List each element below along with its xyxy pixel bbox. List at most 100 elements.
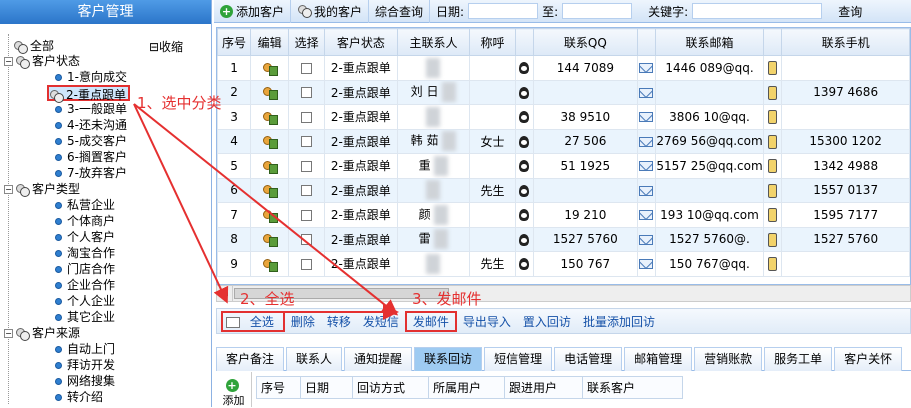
revisit-column-header[interactable]: 所属用户 (428, 376, 505, 399)
tree-item[interactable]: 私营企业 (55, 197, 115, 213)
qq-icon[interactable] (519, 111, 530, 124)
tree-item[interactable]: 4-还未沟通 (55, 117, 127, 133)
qq-icon[interactable] (519, 258, 530, 271)
tree-root[interactable]: 全部 (13, 38, 54, 54)
tab[interactable]: 通知提醒 (344, 347, 413, 371)
column-header[interactable]: 主联系人 (396, 28, 471, 56)
tree-item[interactable]: 企业合作 (55, 277, 115, 293)
column-header[interactable] (636, 28, 657, 56)
table-row[interactable]: 8 2-重点跟单雷 1527 5760 1527 5760@. 1527 5760 (217, 226, 910, 252)
phone-icon[interactable] (767, 257, 777, 271)
transfer-button[interactable]: 转移 (321, 313, 357, 330)
tab[interactable]: 电话管理 (554, 347, 623, 371)
horizontal-scrollbar[interactable]: ◀ (216, 285, 911, 302)
phone-icon[interactable] (767, 183, 777, 198)
tab[interactable]: 联系回访 (414, 347, 483, 371)
row-checkbox[interactable] (301, 87, 313, 99)
row-checkbox[interactable] (301, 185, 313, 197)
tree-item[interactable]: 3-一般跟单 (55, 101, 127, 117)
add-customer-button[interactable]: + 添加客户 (214, 0, 292, 23)
mail-icon[interactable] (639, 185, 654, 196)
phone-icon[interactable] (767, 61, 777, 75)
column-header[interactable]: 称呼 (469, 28, 516, 56)
tree-item[interactable]: 转介绍 (55, 389, 103, 405)
collapse-toggle-icon[interactable]: − (4, 329, 13, 338)
my-customers-button[interactable]: 我的客户 (291, 0, 370, 23)
row-checkbox[interactable] (301, 234, 313, 246)
edit-icon[interactable] (262, 184, 278, 199)
search-button[interactable]: 查询 (832, 0, 868, 23)
mail-icon[interactable] (639, 87, 654, 98)
batch-revisit-button[interactable]: 批量添加回访 (577, 313, 661, 330)
table-row[interactable]: 3 2-重点跟单 38 9510 3806 10@qq. (217, 104, 910, 130)
delete-button[interactable]: 删除 (285, 313, 321, 330)
tab[interactable]: 客户备注 (216, 347, 285, 371)
qq-icon[interactable] (519, 233, 530, 246)
tree-item[interactable]: 自动上门 (55, 341, 115, 357)
scroll-left-icon[interactable]: ◀ (217, 286, 233, 301)
send-email-button[interactable]: 发邮件 (404, 310, 457, 332)
tree-item[interactable]: 门店合作 (55, 261, 115, 277)
tree-item[interactable]: 网络搜集 (55, 373, 115, 389)
tab[interactable]: 客户关怀 (834, 347, 903, 371)
row-checkbox[interactable] (301, 258, 313, 270)
tree-item[interactable]: 个人企业 (55, 293, 115, 309)
revisit-column-header[interactable]: 回访方式 (352, 376, 429, 399)
tree-item[interactable]: 6-搁置客户 (55, 149, 127, 165)
edit-icon[interactable] (262, 233, 278, 248)
revisit-column-header[interactable]: 序号 (256, 376, 301, 399)
mail-icon[interactable] (639, 161, 654, 172)
tree-item-selected[interactable]: 2-重点跟单 (47, 85, 130, 103)
date-from-input[interactable] (468, 3, 539, 19)
qq-icon[interactable] (519, 62, 530, 75)
qq-icon[interactable] (519, 135, 530, 148)
table-row[interactable]: 4 2-重点跟单韩 茹 女士 27 506 2769 56@qq.com 15300 1… (217, 128, 910, 154)
tree-item[interactable]: 其它企业 (55, 309, 115, 325)
mail-icon[interactable] (639, 234, 654, 245)
column-header[interactable]: 客户状态 (324, 28, 398, 56)
tree-item[interactable]: 个人客户 (55, 229, 115, 245)
column-header[interactable]: 编辑 (250, 28, 290, 56)
send-sms-button[interactable]: 发短信 (357, 313, 405, 330)
table-row[interactable]: 5 2-重点跟单重 51 1925 5157 25@qq.com 1342 4988 (217, 153, 910, 179)
table-row[interactable]: 7 2-重点跟单颜 19 210 193 10@qq.com 1595 7177 (217, 202, 910, 228)
mail-icon[interactable] (639, 210, 654, 221)
tab[interactable]: 服务工单 (764, 347, 833, 371)
tree-group-status[interactable]: − 客户状态 (4, 53, 80, 69)
column-header[interactable] (762, 28, 783, 56)
column-header[interactable] (514, 28, 535, 56)
tree-group-type[interactable]: − 客户类型 (4, 181, 80, 197)
phone-icon[interactable] (767, 134, 777, 149)
row-checkbox[interactable] (301, 111, 313, 123)
column-header[interactable]: 联系邮箱 (655, 28, 764, 56)
edit-icon[interactable] (262, 160, 278, 174)
mail-icon[interactable] (639, 63, 654, 74)
table-row[interactable]: 6 2-重点跟单 先生 1557 0137 (217, 177, 910, 203)
tree-item[interactable]: 5-成交客户 (55, 133, 127, 149)
revisit-column-header[interactable]: 跟进用户 (504, 376, 583, 399)
qq-icon[interactable] (519, 209, 530, 222)
tree-item[interactable]: 1-意向成交 (55, 69, 127, 85)
table-row[interactable]: 1 2-重点跟单 144 7089 1446 089@qq. (217, 55, 910, 81)
tree-item[interactable]: 拜访开发 (55, 357, 115, 373)
edit-icon[interactable] (262, 135, 278, 150)
date-to-input[interactable] (562, 3, 633, 19)
phone-icon[interactable] (767, 232, 777, 247)
select-all-checkbox[interactable]: 全选 (221, 310, 285, 332)
qq-icon[interactable] (519, 160, 530, 173)
revisit-column-header[interactable]: 联系客户 (582, 376, 683, 399)
tab[interactable]: 邮箱管理 (624, 347, 693, 371)
tree-item[interactable]: 7-放弃客户 (55, 165, 127, 181)
edit-icon[interactable] (262, 86, 278, 101)
tree-item[interactable]: 个体商户 (55, 213, 115, 229)
add-revisit-button[interactable]: + 添加 (216, 372, 252, 407)
phone-icon[interactable] (767, 110, 777, 124)
column-header[interactable]: 联系手机 (781, 28, 910, 56)
column-header[interactable]: 联系QQ (533, 28, 638, 56)
import-export-button[interactable]: 导出导入 (457, 313, 517, 330)
edit-icon[interactable] (262, 111, 278, 125)
edit-icon[interactable] (262, 62, 278, 76)
mail-icon[interactable] (639, 112, 654, 123)
column-header[interactable]: 序号 (217, 28, 252, 56)
tab[interactable]: 联系人 (286, 347, 343, 371)
